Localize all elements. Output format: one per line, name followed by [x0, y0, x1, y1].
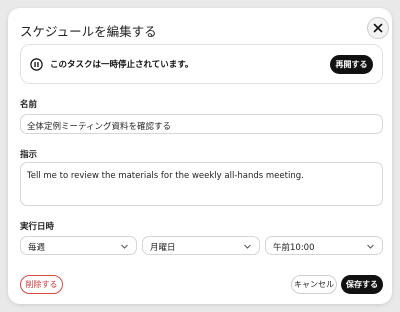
dialog-title: スケジュールを編集する: [20, 24, 157, 39]
pause-icon: [30, 58, 43, 71]
close-button[interactable]: [367, 17, 389, 39]
chevron-down-icon: [367, 244, 374, 249]
instructions-label: 指示: [20, 150, 38, 160]
paused-message: このタスクは一時停止されています。: [50, 60, 194, 70]
time-select[interactable]: 午前10:00: [265, 236, 383, 255]
day-value: 月曜日: [150, 243, 176, 253]
name-input[interactable]: 全体定例ミーティング資料を確認する: [20, 114, 383, 134]
chevron-down-icon: [121, 244, 128, 249]
instructions-textarea[interactable]: Tell me to review the materials for the …: [20, 162, 383, 206]
delete-button[interactable]: 削除する: [20, 275, 63, 294]
name-label: 名前: [20, 100, 38, 110]
time-value: 午前10:00: [273, 243, 315, 253]
save-button[interactable]: 保存する: [341, 275, 383, 294]
close-icon: [373, 23, 383, 33]
edit-schedule-dialog: スケジュールを編集する このタスクは一時停止されています。 再開する 名前 全体…: [8, 8, 392, 304]
paused-banner: このタスクは一時停止されています。 再開する: [20, 44, 383, 84]
day-select[interactable]: 月曜日: [142, 236, 260, 255]
chevron-down-icon: [244, 244, 251, 249]
cancel-button[interactable]: キャンセル: [291, 275, 337, 294]
frequency-select[interactable]: 毎週: [20, 236, 137, 255]
schedule-label: 実行日時: [20, 222, 55, 232]
frequency-value: 毎週: [28, 243, 46, 253]
resume-button[interactable]: 再開する: [330, 55, 373, 74]
